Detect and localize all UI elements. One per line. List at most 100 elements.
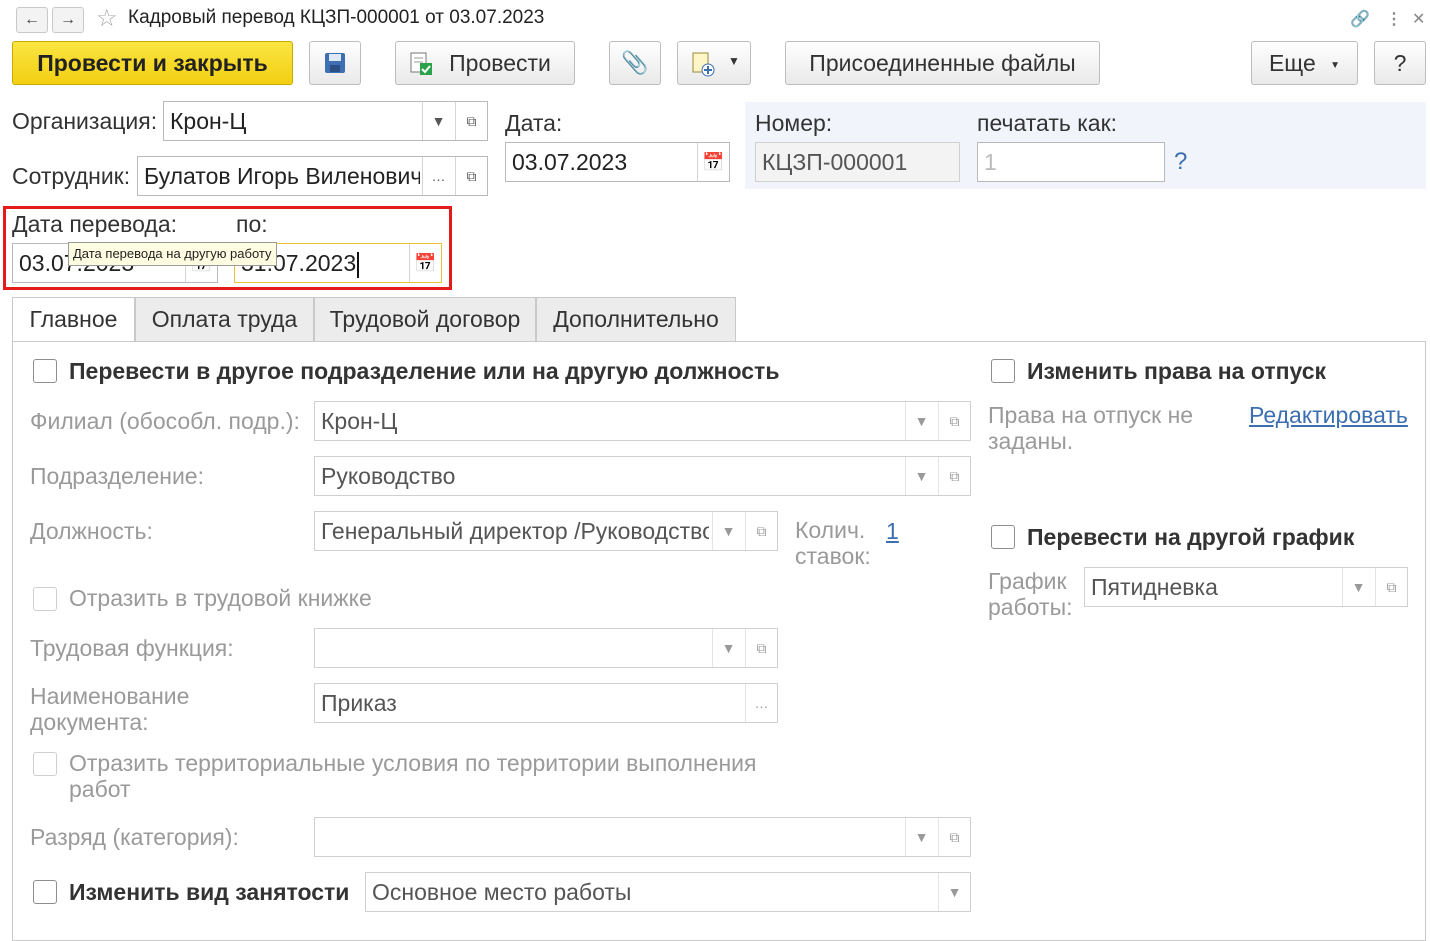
post-document-icon	[410, 52, 432, 75]
window-titlebar: ← → ☆ Кадровый перевод КЦЗП-000001 от 03…	[0, 0, 1430, 38]
open-window-icon: ⧉	[466, 113, 477, 129]
vacation-checkbox-label: Изменить права на отпуск	[1027, 358, 1326, 384]
open-window-icon: ⧉	[949, 829, 960, 845]
position-field: Генеральный директор /Руководство ▼ ⧉	[314, 511, 778, 551]
forward-button[interactable]: →	[52, 7, 84, 33]
dropdown-button[interactable]: ▼	[422, 102, 454, 140]
open-window-icon: ⧉	[756, 523, 767, 539]
document-create-icon	[692, 52, 715, 77]
schedule-checkbox[interactable]	[991, 525, 1015, 549]
doc-name-label: Наименование	[30, 683, 190, 709]
workbook-checkbox	[33, 587, 57, 611]
tab-labor-contract[interactable]: Трудовой договор	[314, 297, 536, 341]
vacation-text: заданы.	[988, 428, 1074, 454]
organization-field[interactable]: Крон-Ц ▼ ⧉	[163, 101, 488, 141]
number-field: КЦЗП-000001	[755, 142, 960, 182]
help-button[interactable]: ?	[1374, 41, 1426, 85]
labor-function-field: ▼ ⧉	[314, 628, 778, 668]
employee-label: Сотрудник:	[12, 163, 131, 189]
arrow-right-icon: →	[60, 11, 76, 28]
chevron-down-icon: ▼	[721, 640, 736, 656]
arrow-left-icon: ←	[24, 11, 40, 28]
open-button: ⧉	[745, 512, 777, 550]
schedule-checkbox-label: Перевести на другой график	[1027, 524, 1355, 550]
rates-label: ставок:	[795, 543, 871, 569]
chevron-down-icon: ▼	[1351, 579, 1366, 595]
save-button[interactable]	[309, 41, 361, 85]
save-icon	[325, 53, 345, 73]
window-title: Кадровый перевод КЦЗП-000001 от 03.07.20…	[128, 7, 545, 28]
schedule-label: График	[988, 568, 1067, 594]
employment-field: Основное место работы ▼	[365, 872, 971, 912]
doc-name-field: Приказ …	[314, 683, 778, 723]
tab-additional[interactable]: Дополнительно	[536, 297, 736, 341]
department-field: Руководство ▼ ⧉	[314, 456, 971, 496]
dropdown-button: ▼	[905, 457, 937, 495]
branch-field: Крон-Ц ▼ ⧉	[314, 401, 971, 441]
open-button[interactable]: ⧉	[455, 102, 487, 140]
dropdown-button: ▼	[1342, 568, 1374, 606]
territory-checkbox	[33, 752, 57, 776]
rates-label: Колич.	[795, 517, 866, 543]
dropdown-button: ▼	[905, 402, 937, 440]
schedule-field: Пятидневка ▼ ⧉	[1084, 567, 1408, 607]
chevron-down-icon: ▼	[914, 413, 929, 429]
chevron-down-icon: ▼	[914, 829, 929, 845]
open-button: ⧉	[745, 629, 777, 667]
chevron-down-icon: ▼	[721, 523, 736, 539]
help-mark[interactable]: ?	[1174, 148, 1187, 176]
select-button[interactable]: …	[422, 157, 454, 195]
workbook-checkbox-label: Отразить в трудовой книжке	[69, 585, 372, 611]
vacation-text: Права на отпуск не	[988, 402, 1194, 428]
open-button: ⧉	[938, 457, 970, 495]
chevron-down-icon: ▼	[947, 884, 962, 900]
print-as-field[interactable]: 1	[977, 142, 1165, 182]
chevron-down-icon: ▼	[431, 113, 446, 129]
territory-checkbox-label: Отразить территориальные условия по терр…	[69, 750, 757, 776]
open-window-icon: ⧉	[949, 468, 960, 484]
number-label: Номер:	[755, 110, 833, 136]
open-window-icon: ⧉	[1386, 579, 1397, 595]
dropdown-button: ▼	[938, 873, 970, 911]
grade-field: ▼ ⧉	[314, 817, 971, 857]
employment-checkbox-label: Изменить вид занятости	[69, 879, 350, 905]
grade-label: Разряд (категория):	[30, 824, 239, 850]
print-as-label: печатать как:	[977, 110, 1118, 136]
more-button[interactable]: Еще ▼	[1251, 41, 1358, 85]
territory-checkbox-label: работ	[69, 776, 131, 802]
back-button[interactable]: ←	[16, 7, 48, 33]
open-button[interactable]: ⧉	[455, 157, 487, 195]
tab-main[interactable]: Главное	[12, 297, 135, 343]
open-button: ⧉	[938, 402, 970, 440]
open-window-icon: ⧉	[466, 168, 477, 184]
date-field[interactable]: 03.07.2023 📅	[505, 142, 730, 182]
select-button: …	[745, 684, 777, 722]
post-button[interactable]: Провести	[395, 41, 575, 85]
transfer-checkbox-label: Перевести в другое подразделение или на …	[69, 358, 780, 384]
employee-field[interactable]: Булатов Игорь Виленович … ⧉	[137, 156, 488, 196]
link-icon[interactable]: 🔗	[1350, 9, 1370, 29]
chevron-down-icon: ▼	[728, 54, 740, 68]
star-icon[interactable]: ☆	[96, 4, 118, 33]
calendar-button[interactable]: 📅	[697, 143, 729, 181]
vacation-checkbox[interactable]	[991, 359, 1015, 383]
tab-payment[interactable]: Оплата труда	[135, 297, 314, 341]
chevron-down-icon: ▼	[1330, 60, 1341, 71]
create-based-on-button[interactable]: ▼	[677, 41, 751, 85]
attach-button[interactable]: 📎	[609, 41, 661, 85]
more-vertical-icon[interactable]: ⋮	[1386, 9, 1402, 29]
post-and-close-button[interactable]: Провести и закрыть	[12, 41, 293, 85]
transfer-checkbox[interactable]	[33, 359, 57, 383]
dropdown-button: ▼	[712, 512, 744, 550]
attached-files-button[interactable]: Присоединенные файлы	[785, 41, 1100, 85]
dropdown-button: ▼	[905, 818, 937, 856]
calendar-icon: 📅	[702, 152, 725, 172]
chevron-down-icon: ▼	[914, 468, 929, 484]
employment-checkbox[interactable]	[33, 880, 57, 904]
doc-name-label: документа:	[30, 709, 149, 735]
edit-vacation-link[interactable]: Редактировать	[1249, 402, 1408, 429]
rates-link[interactable]: 1	[886, 518, 899, 545]
open-window-icon: ⧉	[949, 413, 960, 429]
close-icon[interactable]: ✕	[1412, 9, 1425, 29]
date-label: Дата:	[505, 110, 563, 136]
